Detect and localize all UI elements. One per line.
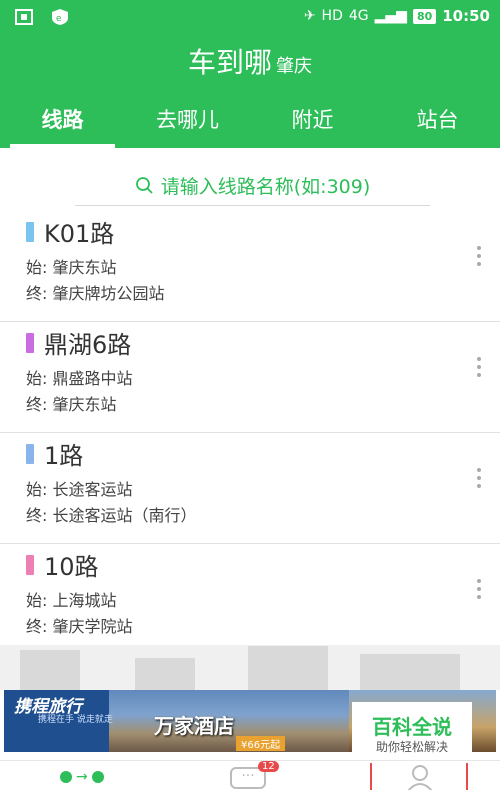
route-start: 始: 长途客运站 xyxy=(26,480,133,499)
more-options-icon[interactable] xyxy=(476,468,482,490)
mute-icon: ✈ xyxy=(303,8,316,24)
route-name: 10路 xyxy=(44,553,99,581)
svg-text:e: e xyxy=(56,14,62,24)
arrow-right-icon: → xyxy=(76,769,88,785)
ad-hotel-name: 万家酒店 xyxy=(154,714,234,738)
city-selector[interactable]: 肇庆 xyxy=(276,56,312,77)
tab-bar: 线路 去哪儿 附近 站台 xyxy=(0,96,500,148)
signal-icon: ▂▄▆ xyxy=(374,8,407,24)
app-title: 车到哪 xyxy=(187,46,272,79)
route-color-bar xyxy=(26,555,34,575)
route-end: 终: 肇庆学院站 xyxy=(26,617,133,636)
route-color-bar xyxy=(26,222,34,242)
more-options-icon[interactable] xyxy=(476,357,482,379)
route-item[interactable]: 10路 始: 上海城站 终: 肇庆学院站 xyxy=(0,545,500,655)
watermark-title: 百科全说 xyxy=(372,715,452,739)
tab-routes[interactable]: 线路 xyxy=(0,96,125,148)
tab-destination[interactable]: 去哪儿 xyxy=(125,96,250,148)
search-placeholder: 请输入线路名称(如:309) xyxy=(160,176,371,198)
app-header: 车到哪 肇庆 xyxy=(0,36,500,96)
more-options-icon[interactable] xyxy=(476,246,482,268)
route-dot-icon xyxy=(60,771,72,783)
watermark-subtitle: 助你轻松解决 xyxy=(375,740,448,754)
screenshot-icon xyxy=(15,9,33,25)
ad-price-tag: ¥66元起 xyxy=(236,736,286,751)
status-bar: e ✈ HD 4G ▂▄▆ 80 10:50 xyxy=(0,0,500,36)
route-start: 始: 上海城站 xyxy=(26,591,117,610)
tab-stations[interactable]: 站台 xyxy=(375,96,500,148)
network-label: 4G xyxy=(348,8,369,24)
user-icon xyxy=(407,765,433,790)
battery-indicator: 80 xyxy=(412,8,437,24)
route-color-bar xyxy=(26,444,34,464)
search-input[interactable]: 请输入线路名称(如:309) xyxy=(75,166,430,206)
more-options-icon[interactable] xyxy=(476,579,482,601)
message-badge: 12 xyxy=(258,761,279,772)
nav-route-button[interactable]: → xyxy=(60,769,104,785)
route-item[interactable]: 1路 始: 长途客运站 终: 长途客运站（南行） xyxy=(0,434,500,544)
route-start: 始: 鼎盛路中站 xyxy=(26,369,133,388)
route-name: 1路 xyxy=(44,442,84,470)
hd-label: HD xyxy=(321,8,343,24)
skyline-decoration xyxy=(0,645,500,690)
bottom-nav: → ··· 12 xyxy=(0,760,500,790)
route-color-bar xyxy=(26,333,34,353)
route-item[interactable]: K01路 始: 肇庆东站 终: 肇庆牌坊公园站 xyxy=(0,212,500,322)
route-start: 始: 肇庆东站 xyxy=(26,258,117,277)
clock: 10:50 xyxy=(442,7,490,25)
nav-profile-button[interactable] xyxy=(370,763,468,790)
route-name: K01路 xyxy=(44,220,115,248)
route-dot-icon xyxy=(91,771,104,783)
ad-slogan: 携程在手 说走就走 xyxy=(38,715,113,725)
tab-nearby[interactable]: 附近 xyxy=(250,96,375,148)
route-item[interactable]: 鼎湖6路 始: 鼎盛路中站 终: 肇庆东站 xyxy=(0,323,500,433)
route-end: 终: 长途客运站（南行） xyxy=(26,506,197,525)
route-end: 终: 肇庆牌坊公园站 xyxy=(26,284,165,303)
route-end: 终: 肇庆东站 xyxy=(26,395,117,414)
route-name: 鼎湖6路 xyxy=(44,331,132,359)
shield-icon: e xyxy=(52,9,68,25)
search-icon xyxy=(135,176,153,194)
watermark: 百科全说 助你轻松解决 xyxy=(352,702,472,760)
